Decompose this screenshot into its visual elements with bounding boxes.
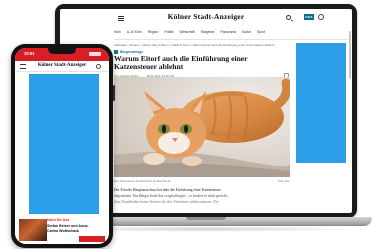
nav-item[interactable]: Köln <box>114 30 121 38</box>
ad-line: Carina Wottschack <box>47 229 80 233</box>
ad-line: Stefan Reiser und Anna- <box>47 224 89 228</box>
kitten-photo <box>114 77 290 177</box>
nav-item[interactable]: Panorama <box>221 30 237 38</box>
status-time: 10:51 <box>24 51 35 56</box>
breadcrumb[interactable]: Startseite > Region > Rhein-Sieg & Bonn … <box>114 43 274 47</box>
phone-site-logo[interactable]: Kölner Stadt-Anzeiger <box>15 63 109 68</box>
phone-notch <box>48 48 76 54</box>
phone-screen: 10:51 Kölner Stadt-Anzeiger Nach Dir Ass… <box>15 48 109 244</box>
ad-thumbnail <box>19 219 47 241</box>
ksta-badge[interactable]: KStA <box>304 14 314 20</box>
image-caption: Eine Katzensteuer für Eitorf lehnt die M… <box>114 180 172 183</box>
nav-item[interactable]: Region <box>148 30 159 38</box>
ad-title: Nach Dir Ass <box>47 218 70 222</box>
paywall-fade <box>110 191 296 213</box>
article-hero-image <box>114 77 290 177</box>
article-headline: Warum Eitorf auch die Einführung einer K… <box>114 54 248 72</box>
nav-item[interactable]: Sport <box>257 30 265 38</box>
nav-item[interactable]: Politik <box>164 30 173 38</box>
nav-item[interactable]: Wirtschaft <box>179 30 194 38</box>
nav-item[interactable]: Kultur <box>242 30 251 38</box>
phone-side-button <box>113 85 115 101</box>
image-credit: Foto: dpa <box>278 180 289 183</box>
battery-icon <box>89 52 101 56</box>
ad-cta-button[interactable] <box>79 236 105 242</box>
site-header: Kölner Stadt-Anzeiger KStA <box>60 9 352 27</box>
nav-item[interactable]: A-10 Köln <box>127 30 142 38</box>
scrollbar[interactable] <box>349 31 351 79</box>
nav-item[interactable]: Ratgeber <box>201 30 215 38</box>
user-icon[interactable] <box>318 14 324 20</box>
nav-divider <box>114 39 350 40</box>
user-icon[interactable] <box>96 64 101 69</box>
ad-placeholder[interactable] <box>29 74 99 214</box>
search-icon[interactable] <box>286 15 291 20</box>
bottom-ad-banner[interactable]: Nach Dir Ass Stefan Reiser und Anna- Car… <box>15 215 109 244</box>
site-nav: Köln A-10 Köln Region Politik Wirtschaft… <box>114 30 336 38</box>
ad-placeholder[interactable] <box>296 43 346 163</box>
laptop-notch <box>186 217 226 220</box>
